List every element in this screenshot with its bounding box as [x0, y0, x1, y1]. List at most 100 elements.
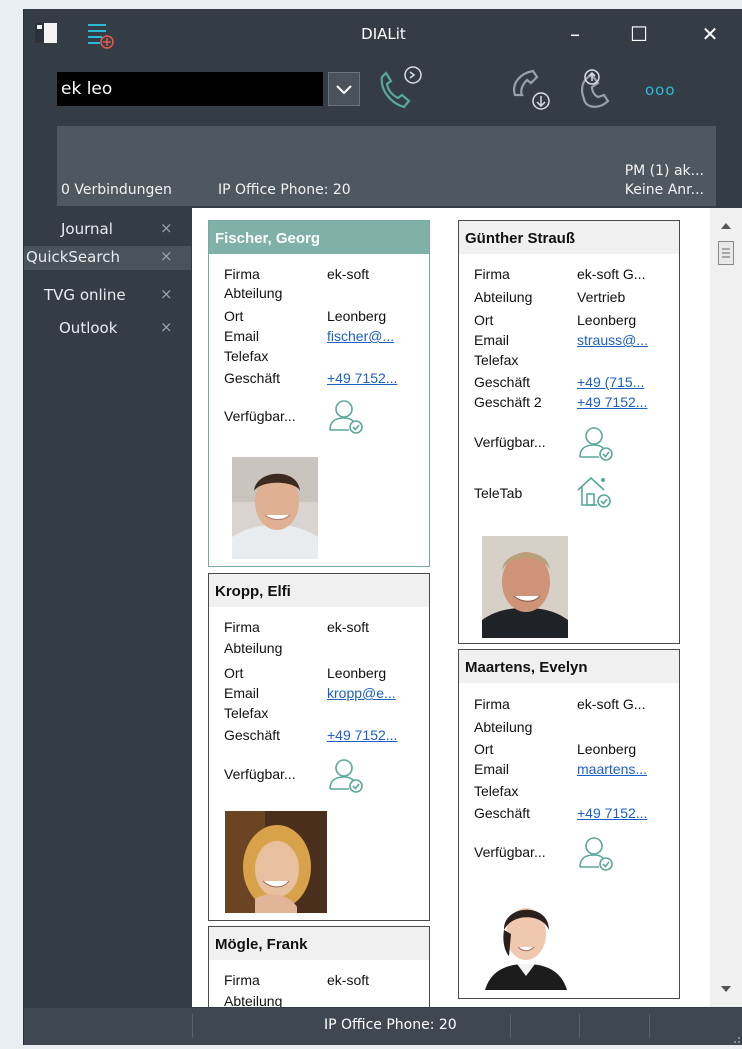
- tab-label: Outlook: [59, 319, 118, 337]
- calls-status: Keine Anr...: [624, 182, 704, 198]
- field-label: Abteilung: [224, 640, 283, 656]
- availability-label: Verfügbar...: [474, 844, 546, 860]
- field-label: Ort: [474, 312, 494, 328]
- resize-grip-icon[interactable]: [729, 1032, 741, 1044]
- status-bar: IP Office Phone: 20: [24, 1008, 742, 1045]
- email-link[interactable]: kropp@e...: [327, 685, 396, 701]
- contact-name: Maartens, Evelyn: [459, 650, 679, 683]
- field-label: Email: [224, 328, 260, 344]
- phone-link[interactable]: +49 7152...: [327, 727, 397, 743]
- search-dropdown-button[interactable]: [328, 72, 360, 106]
- available-user-icon: [329, 400, 363, 434]
- availability-label: Verfügbar...: [224, 766, 296, 782]
- phone-link[interactable]: +49 7152...: [577, 805, 647, 821]
- phone-link[interactable]: +49 7152...: [327, 370, 397, 386]
- field-label: Geschäft: [224, 370, 281, 386]
- tab-tvg-online[interactable]: TVG online ×: [24, 284, 191, 308]
- contact-card[interactable]: Maartens, Evelyn Firma ek-soft G... Abte…: [458, 649, 680, 999]
- dial-call-icon[interactable]: [372, 65, 424, 113]
- field-label: Geschäft: [474, 374, 531, 390]
- phone-link[interactable]: +49 7152...: [577, 394, 647, 410]
- pickup-call-icon[interactable]: [507, 65, 559, 113]
- status-divider: [192, 1014, 193, 1038]
- contact-name: Mögle, Frank: [209, 927, 429, 960]
- tab-outlook[interactable]: Outlook ×: [24, 317, 191, 341]
- field-label: Telefax: [474, 783, 519, 799]
- tab-label: Journal: [61, 220, 113, 238]
- field-label: Geschäft: [224, 727, 281, 743]
- field-label: Geschäft 2: [474, 394, 542, 410]
- field-value: Leonberg: [577, 741, 637, 757]
- tab-label: TVG online: [44, 286, 126, 304]
- available-user-icon: [579, 837, 613, 871]
- field-label: Firma: [224, 266, 260, 282]
- tab-label: QuickSearch: [26, 248, 120, 266]
- minimize-button[interactable]: –: [561, 21, 589, 47]
- tab-journal[interactable]: Journal ×: [24, 218, 191, 242]
- available-user-icon: [579, 427, 613, 461]
- tab-close-icon[interactable]: ×: [160, 247, 173, 265]
- title-bar: DIALit – ☐ ✕: [24, 9, 742, 61]
- field-label: Firma: [474, 696, 510, 712]
- field-label: Abteilung: [224, 285, 283, 301]
- field-label: Abteilung: [474, 289, 533, 305]
- field-label: Telefax: [224, 705, 269, 721]
- field-label: Email: [474, 761, 510, 777]
- status-divider: [579, 1014, 580, 1038]
- field-label: Ort: [474, 741, 494, 757]
- email-link[interactable]: strauss@...: [577, 332, 648, 348]
- tab-close-icon[interactable]: ×: [160, 285, 173, 303]
- scroll-up-icon[interactable]: [720, 222, 732, 230]
- pm-status: PM (1) ak...: [624, 163, 704, 179]
- field-label: Telefax: [474, 352, 519, 368]
- field-label: Firma: [224, 972, 260, 988]
- close-button[interactable]: ✕: [696, 21, 724, 47]
- phone-link[interactable]: +49 (715...: [577, 374, 644, 390]
- contact-photo: [225, 811, 327, 913]
- field-value: ek-soft: [327, 619, 370, 635]
- field-value: ek-soft: [327, 266, 370, 282]
- email-link[interactable]: maartens...: [577, 761, 647, 777]
- email-link[interactable]: fischer@...: [327, 328, 394, 344]
- contact-name: Kropp, Elfi: [209, 574, 429, 607]
- contact-card[interactable]: Mögle, Frank Firma ek-soft Abteilung: [208, 926, 430, 1007]
- field-value: Leonberg: [577, 312, 637, 328]
- search-input[interactable]: ek leo: [57, 72, 323, 106]
- contact-card[interactable]: Günther Strauß Firma ek-soft G... Abteil…: [458, 220, 680, 644]
- transfer-call-icon[interactable]: [576, 65, 628, 113]
- field-value: Vertrieb: [577, 289, 626, 305]
- contact-name: Fischer, Georg: [209, 221, 429, 254]
- field-value: ek-soft G...: [577, 266, 646, 282]
- status-phone-text: IP Office Phone: 20: [324, 1017, 457, 1033]
- field-value: ek-soft G...: [577, 696, 646, 712]
- scrollbar-thumb[interactable]: [718, 241, 734, 265]
- field-value: ek-soft: [327, 972, 370, 988]
- maximize-button[interactable]: ☐: [625, 21, 653, 47]
- field-label: Geschäft: [474, 805, 531, 821]
- field-label: Email: [224, 685, 260, 701]
- field-label: Firma: [474, 266, 510, 282]
- contact-photo: [232, 457, 318, 559]
- status-divider: [649, 1014, 650, 1038]
- field-label: Firma: [224, 619, 260, 635]
- connections-count: 0 Verbindungen: [61, 182, 172, 198]
- tab-close-icon[interactable]: ×: [160, 318, 173, 336]
- teletab-label: TeleTab: [474, 485, 523, 501]
- tab-close-icon[interactable]: ×: [160, 219, 173, 237]
- field-label: Email: [474, 332, 510, 348]
- vertical-scrollbar[interactable]: [710, 208, 742, 1007]
- tab-quicksearch[interactable]: QuickSearch ×: [24, 246, 191, 270]
- availability-label: Verfügbar...: [224, 408, 296, 424]
- field-label: Telefax: [224, 348, 269, 364]
- contact-photo: [477, 890, 575, 990]
- home-office-icon: [577, 476, 611, 508]
- more-options-button[interactable]: ooo: [645, 81, 676, 99]
- status-divider: [510, 1014, 511, 1038]
- app-window: DIALit – ☐ ✕ ek leo ooo 0 Verbindungen I…: [23, 9, 742, 1045]
- contact-card[interactable]: Fischer, Georg Firma ek-soft Abteilung O…: [208, 220, 430, 567]
- phone-status: IP Office Phone: 20: [218, 182, 351, 198]
- connection-info-panel: 0 Verbindungen IP Office Phone: 20 PM (1…: [57, 126, 716, 206]
- scroll-down-icon[interactable]: [720, 985, 732, 993]
- chevron-down-icon: [336, 85, 352, 95]
- contact-card[interactable]: Kropp, Elfi Firma ek-soft Abteilung Ort …: [208, 573, 430, 921]
